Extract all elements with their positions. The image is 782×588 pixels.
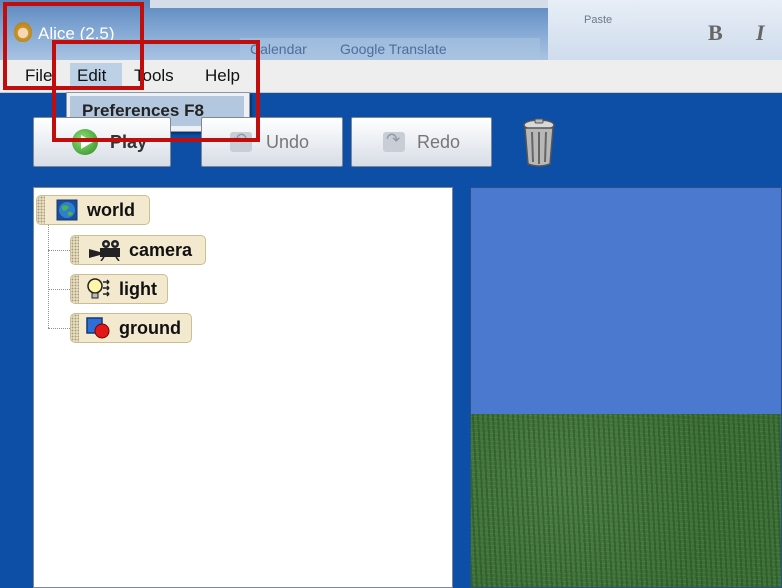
tree-node-ground[interactable]: ground (70, 313, 192, 343)
drag-grip[interactable] (71, 236, 79, 264)
drag-grip[interactable] (37, 196, 45, 224)
object-tree-panel: world camera light ground (33, 187, 453, 588)
ribbon-bold-icon: B (708, 20, 723, 45)
tree-node-camera-label: camera (129, 240, 193, 260)
tree-node-light[interactable]: light (70, 274, 168, 304)
world-ground (471, 414, 781, 587)
ribbon-paste-label: Paste (584, 14, 613, 26)
redo-icon (383, 130, 405, 152)
undo-button-label: Undo (266, 132, 310, 152)
background-window-strip (150, 0, 550, 8)
world-sky (471, 188, 781, 414)
tree-connector (48, 289, 70, 290)
ribbon-italic-icon: I (756, 20, 765, 45)
background-ribbon: Paste B I (548, 0, 782, 60)
tree-connector (48, 224, 49, 328)
redo-button[interactable]: Redo (351, 117, 492, 167)
background-toolbar: Calendar Google Translate (240, 38, 540, 60)
movie-camera-icon (89, 240, 120, 261)
globe-icon (56, 199, 78, 221)
tree-connector (48, 328, 70, 329)
light-bulb-icon (87, 278, 110, 299)
highlight-box-edit-preferences (52, 40, 260, 142)
drag-grip[interactable] (71, 314, 79, 342)
world-view[interactable] (470, 187, 782, 588)
tree-connector (48, 250, 70, 251)
tree-node-ground-label: ground (119, 318, 181, 338)
ground-shapes-icon (86, 317, 110, 339)
trash-can-icon[interactable] (521, 118, 557, 168)
tree-node-camera[interactable]: camera (70, 235, 206, 265)
tree-node-world-label: world (87, 200, 135, 220)
tree-node-light-label: light (119, 279, 157, 299)
redo-button-label: Redo (417, 132, 461, 152)
drag-grip[interactable] (71, 275, 79, 303)
tree-node-world[interactable]: world (36, 195, 150, 225)
background-toolbar-item: Google Translate (340, 41, 447, 57)
